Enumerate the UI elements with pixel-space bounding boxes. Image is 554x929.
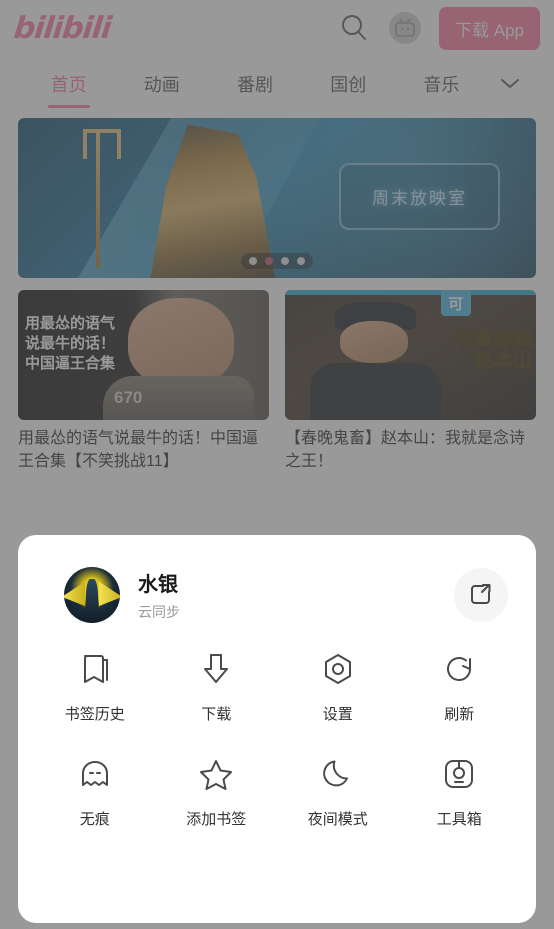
action-bookmark-history[interactable]: 书签历史 <box>34 649 156 724</box>
avatar-figure <box>86 579 98 620</box>
toolbox-icon <box>443 754 475 794</box>
avatar[interactable] <box>64 567 120 623</box>
action-incognito[interactable]: 无痕 <box>34 754 156 829</box>
action-label: 夜间模式 <box>307 811 368 828</box>
external-link-icon[interactable] <box>454 568 508 622</box>
action-label: 刷新 <box>444 706 475 723</box>
action-refresh[interactable]: 刷新 <box>399 649 521 724</box>
bookmark-icon <box>80 649 110 689</box>
profile-text: 水银 云同步 <box>138 568 454 622</box>
download-arrow-icon <box>201 649 231 689</box>
action-label: 设置 <box>322 706 353 723</box>
action-grid: 书签历史 下载 设置 刷新 无痕 添加书签 夜间模式 工具箱 <box>18 649 536 829</box>
action-label: 无痕 <box>79 811 110 828</box>
action-label: 下载 <box>201 706 232 723</box>
action-download[interactable]: 下载 <box>156 649 278 724</box>
incognito-ghost-icon <box>79 754 111 794</box>
refresh-icon <box>443 649 475 689</box>
avatar-wing-right <box>98 581 120 607</box>
profile-subtitle: 云同步 <box>138 604 180 620</box>
menu-bottom-sheet: 水银 云同步 书签历史 下载 设置 刷新 无痕 添加书签 夜间模式 工具箱 <box>18 535 536 923</box>
settings-hexagon-icon <box>322 649 354 689</box>
moon-icon <box>322 754 354 794</box>
profile-name: 水银 <box>138 574 178 596</box>
action-settings[interactable]: 设置 <box>277 649 399 724</box>
action-label: 书签历史 <box>64 706 125 723</box>
star-icon <box>199 754 233 794</box>
action-add-bookmark[interactable]: 添加书签 <box>156 754 278 829</box>
avatar-wing-left <box>64 581 86 607</box>
action-night-mode[interactable]: 夜间模式 <box>277 754 399 829</box>
profile-row[interactable]: 水银 云同步 <box>18 535 536 623</box>
action-toolbox[interactable]: 工具箱 <box>399 754 521 829</box>
action-label: 工具箱 <box>436 811 482 828</box>
action-label: 添加书签 <box>186 811 247 828</box>
